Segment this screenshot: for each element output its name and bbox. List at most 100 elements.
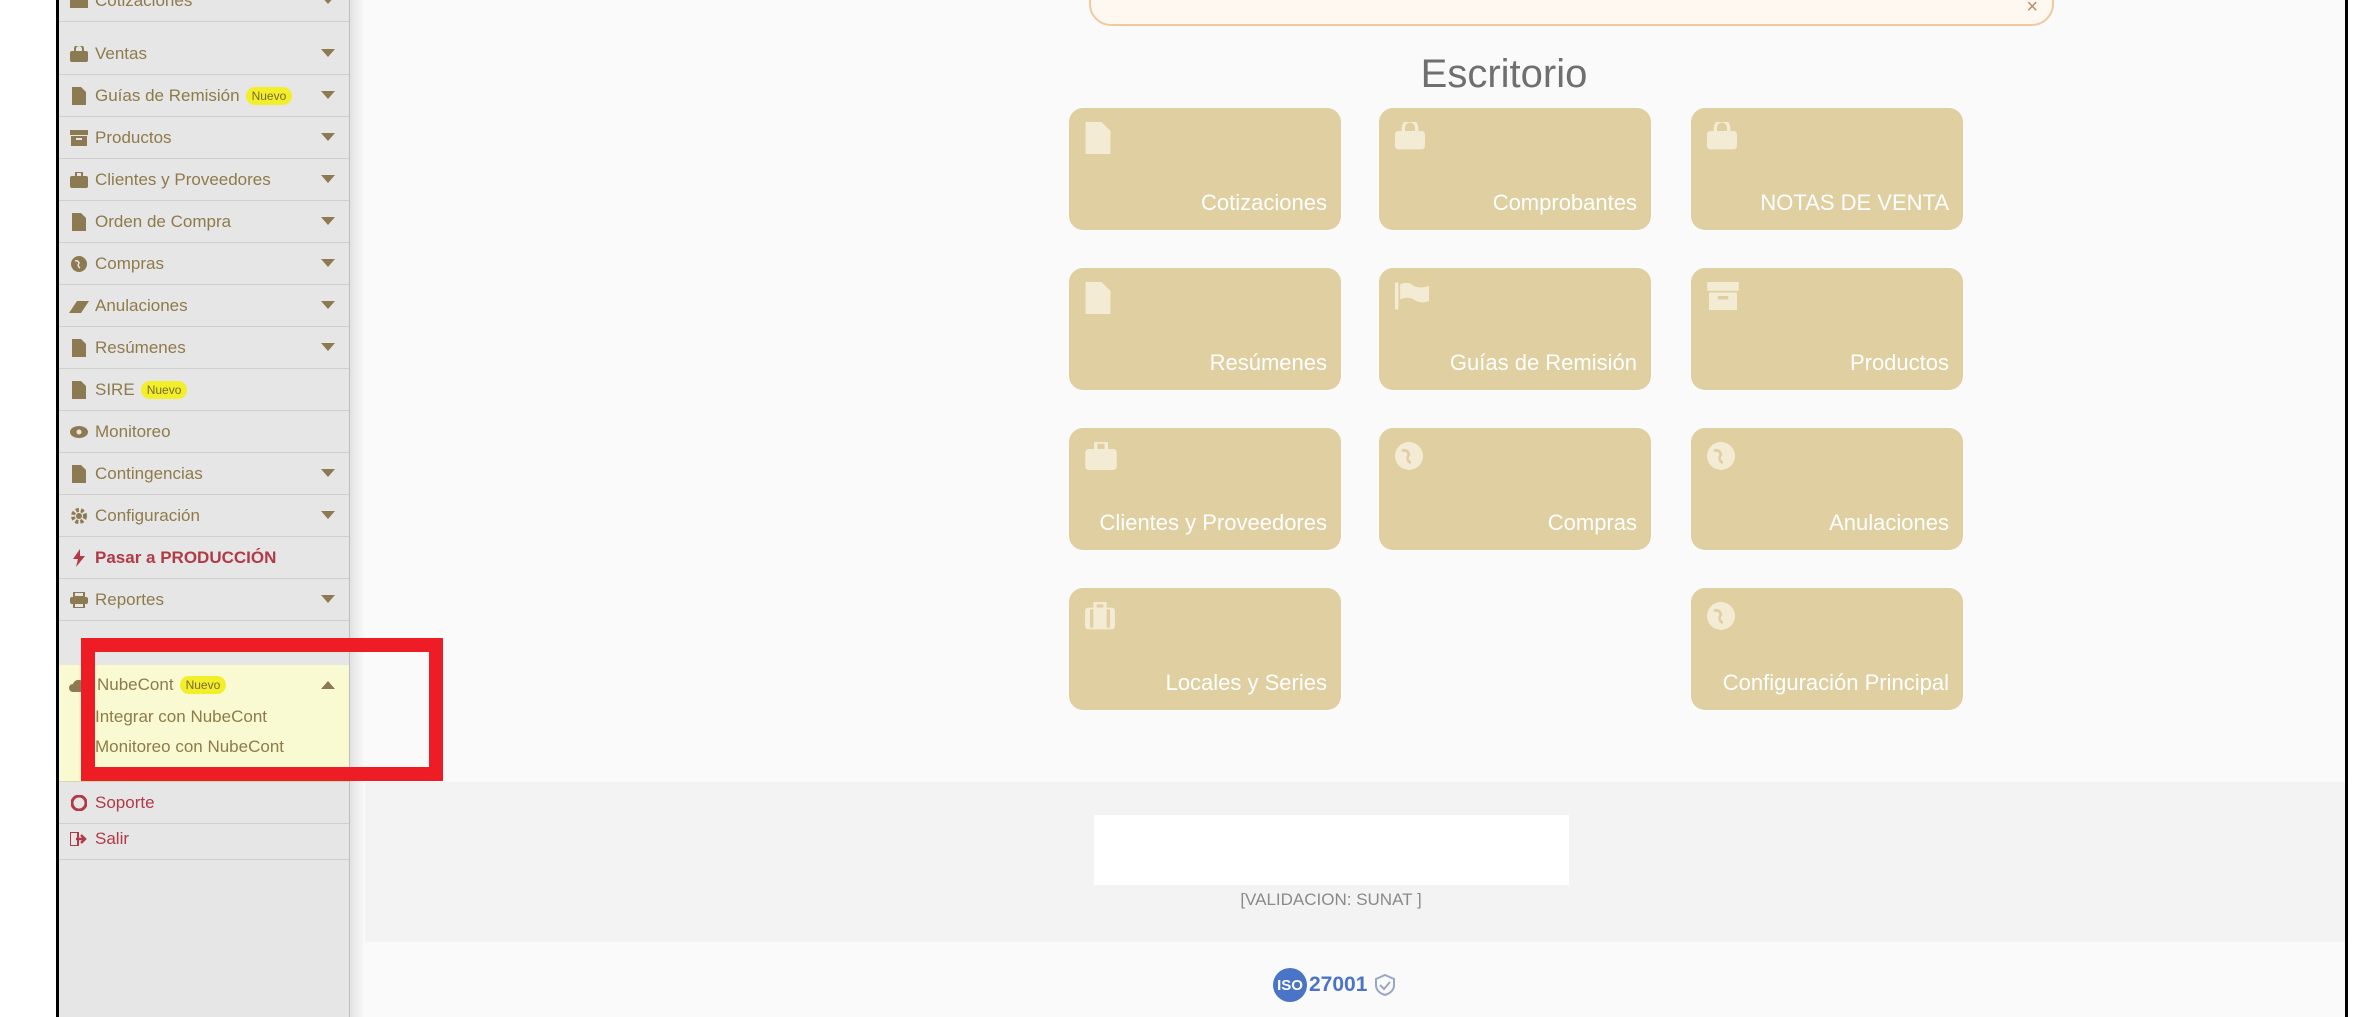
footer-panel bbox=[1094, 815, 1569, 885]
sidebar-shadow bbox=[349, 0, 365, 1017]
file-icon bbox=[1085, 282, 1115, 314]
tile-label: Clientes y Proveedores bbox=[1099, 510, 1327, 535]
globe-icon bbox=[1395, 442, 1425, 472]
sidebar-item-clientes-y-proveedores[interactable]: Clientes y Proveedores bbox=[59, 159, 349, 201]
sidebar-item-orden-de-compra[interactable]: Orden de Compra bbox=[59, 201, 349, 243]
sidebar-item-anulaciones[interactable]: Anulaciones bbox=[59, 285, 349, 327]
eye-icon bbox=[69, 423, 89, 441]
eraser-icon bbox=[69, 297, 89, 315]
tile-label: Compras bbox=[1547, 510, 1637, 535]
chevron-down-icon bbox=[321, 595, 335, 603]
tile-label: Comprobantes bbox=[1492, 190, 1637, 215]
chevron-down-icon bbox=[321, 301, 335, 309]
sidebar-item-productos[interactable]: Productos bbox=[59, 117, 349, 159]
sidebar-item-label: Salir bbox=[95, 828, 130, 848]
chevron-down-icon bbox=[321, 133, 335, 141]
tile-compras[interactable]: Compras bbox=[1379, 428, 1651, 550]
chevron-down-icon bbox=[321, 469, 335, 477]
tile-resumenes[interactable]: Resúmenes bbox=[1069, 268, 1341, 390]
sidebar-item-label: Clientes y Proveedores bbox=[95, 169, 271, 189]
shield-check-icon bbox=[1373, 973, 1397, 997]
archive-icon bbox=[1707, 282, 1739, 312]
sidebar-item-label: Configuración bbox=[95, 505, 200, 525]
sidebar-item-label: Compras bbox=[95, 253, 164, 273]
shopping-bag-icon bbox=[69, 45, 89, 63]
tile-notas-de-venta[interactable]: NOTAS DE VENTA bbox=[1691, 108, 1963, 230]
sidebar-item-cotizaciones[interactable]: Cotizaciones bbox=[59, 0, 349, 22]
tile-label: NOTAS DE VENTA bbox=[1760, 190, 1949, 215]
chevron-down-icon bbox=[321, 91, 335, 99]
sidebar: Cotizaciones Ventas Guías de Remisión Nu… bbox=[59, 0, 350, 1017]
tile-label: Resúmenes bbox=[1209, 350, 1327, 375]
folder-icon bbox=[69, 0, 89, 10]
new-badge: Nuevo bbox=[245, 86, 293, 105]
tile-label: Cotizaciones bbox=[1201, 190, 1327, 215]
sidebar-item-reportes[interactable]: Reportes bbox=[59, 579, 349, 621]
support-icon bbox=[69, 794, 89, 812]
archive-icon bbox=[69, 129, 89, 147]
sidebar-item-label: Orden de Compra bbox=[95, 211, 232, 231]
file-icon bbox=[69, 212, 89, 231]
gear-icon bbox=[69, 507, 89, 525]
sidebar-item-pasar-a-produccion[interactable]: Pasar a PRODUCCIÓN bbox=[59, 537, 349, 579]
briefcase-icon bbox=[69, 171, 89, 189]
iso-certification-logo: ISO 27001 bbox=[1273, 968, 1397, 1002]
sidebar-item-guias-de-remision[interactable]: Guías de Remisión Nuevo bbox=[59, 75, 349, 117]
file-icon bbox=[69, 338, 89, 357]
chevron-down-icon bbox=[321, 259, 335, 267]
tile-locales-y-series[interactable]: Locales y Series bbox=[1069, 588, 1341, 710]
sidebar-item-compras[interactable]: Compras bbox=[59, 243, 349, 285]
sidebar-item-label: Resúmenes bbox=[95, 337, 186, 357]
tile-configuracion-principal[interactable]: Configuración Principal bbox=[1691, 588, 1963, 710]
sidebar-item-monitoreo[interactable]: Monitoreo bbox=[59, 411, 349, 453]
globe-icon bbox=[1707, 602, 1737, 632]
globe-icon bbox=[69, 255, 89, 273]
tile-productos[interactable]: Productos bbox=[1691, 268, 1963, 390]
iso-number: 27001 bbox=[1309, 973, 1368, 996]
close-icon[interactable]: × bbox=[2026, 0, 2038, 19]
printer-icon bbox=[69, 591, 89, 609]
sidebar-item-label: Productos bbox=[95, 127, 172, 147]
tile-anulaciones[interactable]: Anulaciones bbox=[1691, 428, 1963, 550]
tile-comprobantes[interactable]: Comprobantes bbox=[1379, 108, 1651, 230]
sidebar-item-configuracion[interactable]: Configuración bbox=[59, 495, 349, 537]
tile-label: Guías de Remisión bbox=[1449, 350, 1637, 375]
sidebar-item-contingencias[interactable]: Contingencias bbox=[59, 453, 349, 495]
bolt-icon bbox=[69, 548, 89, 567]
sidebar-item-label: Soporte bbox=[95, 792, 155, 812]
sidebar-item-resumenes[interactable]: Resúmenes bbox=[59, 327, 349, 369]
tile-cotizaciones[interactable]: Cotizaciones bbox=[1069, 108, 1341, 230]
new-badge: Nuevo bbox=[140, 380, 188, 399]
sidebar-item-label: Monitoreo bbox=[95, 421, 171, 441]
sidebar-item-label: Cotizaciones bbox=[95, 0, 193, 10]
tile-label: Anulaciones bbox=[1829, 510, 1949, 535]
file-icon bbox=[69, 464, 89, 483]
globe-icon bbox=[1707, 442, 1737, 472]
tile-label: Configuración Principal bbox=[1722, 670, 1949, 695]
sidebar-item-salir[interactable]: Salir bbox=[59, 818, 349, 860]
chevron-down-icon bbox=[321, 49, 335, 57]
chevron-down-icon bbox=[321, 511, 335, 519]
app-window: Cotizaciones Ventas Guías de Remisión Nu… bbox=[56, 0, 2348, 1017]
sign-out-icon bbox=[69, 830, 89, 848]
shopping-bag-icon bbox=[1707, 119, 1737, 152]
sidebar-item-label: Reportes bbox=[95, 589, 164, 609]
chevron-down-icon bbox=[321, 343, 335, 351]
flag-icon bbox=[1395, 282, 1429, 312]
tile-guias-de-remision[interactable]: Guías de Remisión bbox=[1379, 268, 1651, 390]
file-icon bbox=[69, 380, 89, 399]
sidebar-item-label: Contingencias bbox=[95, 463, 203, 483]
sidebar-item-sire[interactable]: SIRE Nuevo bbox=[59, 369, 349, 411]
tile-label: Locales y Series bbox=[1165, 670, 1327, 695]
alert-banner: × bbox=[1089, 0, 2054, 26]
chevron-down-icon bbox=[321, 0, 335, 4]
tile-label: Productos bbox=[1849, 350, 1949, 375]
file-icon bbox=[69, 86, 89, 105]
briefcase-icon bbox=[1085, 440, 1117, 472]
validation-text: [VALIDACION: SUNAT ] bbox=[1240, 890, 1422, 909]
sidebar-item-label: Guías de Remisión bbox=[95, 85, 240, 105]
sidebar-item-label: Anulaciones bbox=[95, 295, 188, 315]
tile-clientes-y-proveedores[interactable]: Clientes y Proveedores bbox=[1069, 428, 1341, 550]
chevron-down-icon bbox=[321, 175, 335, 183]
sidebar-item-ventas[interactable]: Ventas bbox=[59, 33, 349, 75]
